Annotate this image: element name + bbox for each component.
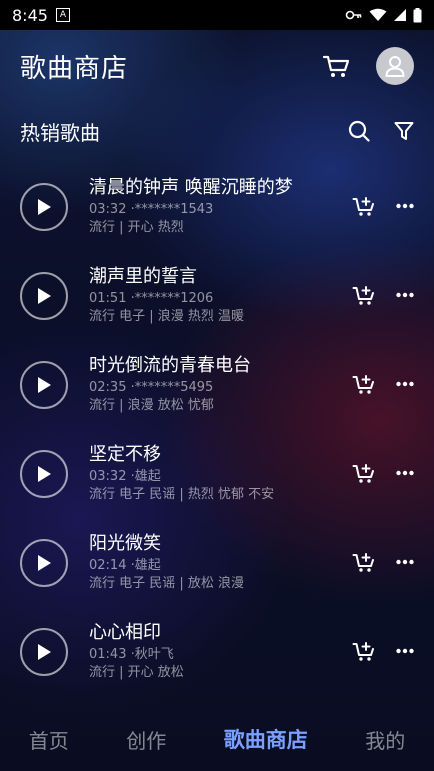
song-item[interactable]: 坚定不移 03:32 ·雄起 流行 电子 民谣 | 热烈 忧郁 不安	[0, 432, 434, 521]
song-tags: 流行 | 开心 放松	[89, 665, 184, 680]
song-meta: 03:32 ·雄起	[89, 469, 161, 484]
song-tags: 流行 | 浪漫 放松 忧郁	[89, 398, 214, 413]
section-title: 热销歌曲	[20, 120, 100, 145]
song-item[interactable]: 阳光微笑 02:14 ·雄起 流行 电子 民谣 | 放松 浪漫	[0, 521, 434, 610]
search-icon[interactable]	[348, 120, 370, 142]
status-time: 8:45	[12, 5, 48, 25]
song-item[interactable]: 潮声里的誓言 01:51 ·*******1206 流行 电子 | 浪漫 热烈 …	[0, 254, 434, 343]
add-to-cart-icon[interactable]	[352, 551, 376, 573]
song-item[interactable]: 心心相印 01:43 ·秋叶飞 流行 | 开心 放松	[0, 610, 434, 699]
tab-song-store[interactable]: 歌曲商店	[224, 724, 308, 754]
tab-home[interactable]: 首页	[29, 725, 69, 754]
song-meta: 01:51 ·*******1206	[89, 291, 214, 306]
play-icon	[38, 644, 51, 660]
cart-icon[interactable]	[322, 53, 350, 79]
song-title: 心心相印	[89, 622, 161, 643]
add-to-cart-icon[interactable]	[352, 373, 376, 395]
more-icon[interactable]	[396, 559, 414, 565]
more-icon[interactable]	[396, 381, 414, 387]
key-icon	[345, 10, 362, 20]
add-to-cart-icon[interactable]	[352, 195, 376, 217]
song-title: 时光倒流的青春电台	[89, 355, 251, 376]
more-icon[interactable]	[396, 470, 414, 476]
add-to-cart-icon[interactable]	[352, 640, 376, 662]
play-button[interactable]	[20, 539, 68, 587]
song-item[interactable]: 时光倒流的青春电台 02:35 ·*******5495 流行 | 浪漫 放松 …	[0, 343, 434, 432]
song-tags: 流行 电子 | 浪漫 热烈 温暖	[89, 309, 245, 324]
status-bar: 8:45 A	[0, 0, 434, 30]
profile-icon	[385, 56, 405, 77]
song-item[interactable]: 清晨的钟声 唤醒沉睡的梦 03:32 ·*******1543 流行 | 开心 …	[0, 165, 434, 254]
play-button[interactable]	[20, 272, 68, 320]
bottom-tab-bar: 首页 创作 歌曲商店 我的	[0, 707, 434, 771]
filter-icon[interactable]	[394, 121, 414, 141]
song-tags: 流行 电子 民谣 | 放松 浪漫	[89, 576, 245, 591]
play-button[interactable]	[20, 450, 68, 498]
app-header: 歌曲商店	[0, 30, 434, 102]
play-button[interactable]	[20, 361, 68, 409]
song-title: 潮声里的誓言	[89, 266, 197, 287]
play-icon	[38, 199, 51, 215]
play-button[interactable]	[20, 628, 68, 676]
song-tags: 流行 电子 民谣 | 热烈 忧郁 不安	[89, 487, 275, 502]
song-meta: 02:14 ·雄起	[89, 558, 161, 573]
add-to-cart-icon[interactable]	[352, 284, 376, 306]
signal-icon	[394, 9, 406, 21]
more-icon[interactable]	[396, 292, 414, 298]
song-tags: 流行 | 开心 热烈	[89, 220, 184, 235]
song-title: 阳光微笑	[89, 533, 161, 554]
song-meta: 02:35 ·*******5495	[89, 380, 214, 395]
play-icon	[38, 377, 51, 393]
song-meta: 03:32 ·*******1543	[89, 202, 214, 217]
section-header: 热销歌曲	[0, 110, 434, 152]
page-title: 歌曲商店	[20, 53, 129, 84]
tab-mine[interactable]: 我的	[365, 725, 405, 754]
avatar-button[interactable]	[376, 47, 414, 85]
more-icon[interactable]	[396, 203, 414, 209]
add-to-cart-icon[interactable]	[352, 462, 376, 484]
tab-create[interactable]: 创作	[126, 725, 166, 754]
song-title: 清晨的钟声 唤醒沉睡的梦	[89, 177, 293, 198]
song-list: 清晨的钟声 唤醒沉睡的梦 03:32 ·*******1543 流行 | 开心 …	[0, 165, 434, 699]
play-icon	[38, 555, 51, 571]
notification-a-icon: A	[55, 8, 70, 22]
battery-icon	[413, 7, 422, 22]
song-title: 坚定不移	[89, 444, 161, 465]
play-icon	[38, 288, 51, 304]
song-meta: 01:43 ·秋叶飞	[89, 647, 174, 662]
wifi-icon	[369, 8, 387, 21]
play-button[interactable]	[20, 183, 68, 231]
more-icon[interactable]	[396, 648, 414, 654]
play-icon	[38, 466, 51, 482]
